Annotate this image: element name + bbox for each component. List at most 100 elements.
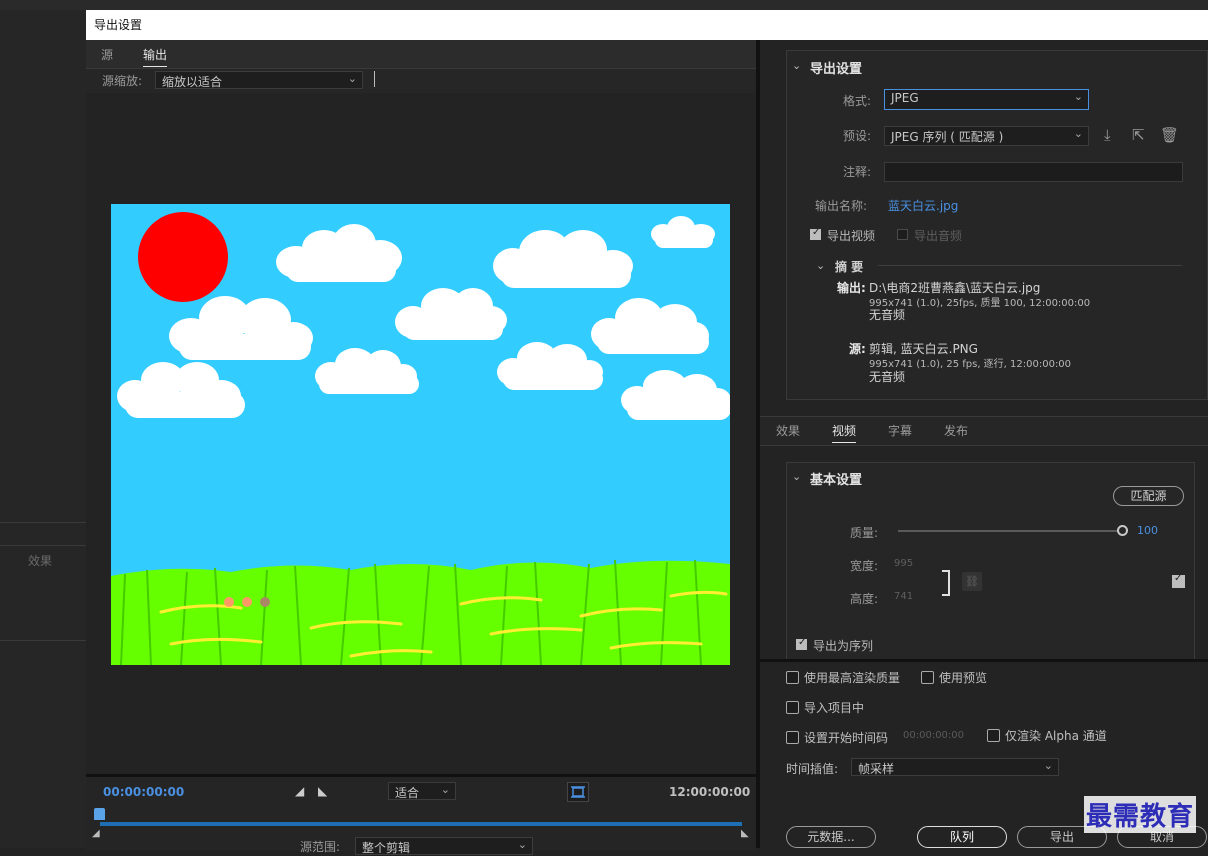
height-value: 741 [894,591,914,602]
summary-source-audio: 无音频 [869,370,906,384]
time-interpolation-dropdown[interactable]: 帧采样 ⌄ [851,758,1059,776]
divider [0,545,86,546]
source-zoom-label: 源缩放: [102,74,143,88]
width-value: 995 [894,558,914,569]
chevron-down-icon: ⌄ [517,838,527,851]
playhead[interactable] [94,808,105,820]
source-range-value: 整个剪辑 [362,841,411,855]
chevron-down-icon[interactable]: ⌄ [792,470,801,483]
set-start-timecode-label[interactable]: 设置开始时间码 [804,729,888,746]
metadata-button[interactable]: 元数据... [786,826,876,848]
queue-button[interactable]: 队列 [917,826,1007,848]
time-interpolation-label: 时间插值: [786,762,839,776]
basic-settings-header[interactable]: 基本设置 [810,469,862,488]
chevron-down-icon: ⌄ [440,783,450,796]
summary-output-audio: 无音频 [869,308,906,322]
import-into-project-checkbox[interactable] [786,701,799,714]
height-label: 高度: [850,592,879,606]
export-video-checkbox[interactable] [810,227,821,240]
source-range-dropdown[interactable]: 整个剪辑 ⌄ [355,837,533,855]
export-sequence-checkbox[interactable] [796,637,807,650]
tab-source[interactable]: 源 [101,46,113,63]
max-render-quality-checkbox[interactable] [786,671,799,684]
tab-publish[interactable]: 发布 [944,422,968,439]
tab-video[interactable]: 视频 [832,422,857,443]
mark-in-icon[interactable]: ◢ [295,784,304,798]
duration-timecode: 12:00:00:00 [669,785,751,799]
render-alpha-only-label[interactable]: 仅渲染 Alpha 通道 [1005,727,1107,744]
summary-header[interactable]: 摘 要 [835,258,863,275]
resolution-override-checkbox[interactable] [1172,573,1185,588]
chevron-down-icon: ⌄ [1043,759,1053,772]
start-timecode-field[interactable]: 00:00:00:00 [903,730,964,741]
summary-output-key: 输出: [837,281,866,295]
export-sequence-label[interactable]: 导出为序列 [813,637,873,654]
quality-slider-handle[interactable] [1116,525,1128,536]
output-name-link[interactable]: 蓝天白云.jpg [888,197,958,214]
tab-effects[interactable]: 效果 [776,422,800,439]
settings-tabbar [760,416,1208,446]
preset-dropdown[interactable]: JPEG 序列 ( 匹配源 ) ⌄ [884,126,1089,146]
import-into-project-label[interactable]: 导入项目中 [804,699,864,716]
source-range-label: 源范围: [300,840,341,854]
background-app-bar [0,0,1208,10]
chevron-down-icon[interactable]: ⌄ [792,59,801,72]
divider [0,640,86,641]
current-timecode[interactable]: 00:00:00:00 [103,785,184,799]
chevron-down-icon: ⌄ [1073,127,1083,140]
source-zoom-value: 缩放以适合 [162,75,223,89]
quality-value[interactable]: 100 [1137,524,1158,537]
chevron-down-icon[interactable]: ⌄ [816,259,825,272]
export-audio-checkbox[interactable] [897,229,908,240]
text-caret [374,71,375,87]
set-start-timecode-checkbox[interactable] [786,731,799,744]
render-alpha-only-checkbox[interactable] [987,729,1000,742]
comment-input[interactable] [884,162,1183,182]
time-interpolation-value: 帧采样 [858,762,895,776]
summary-source-key: 源: [849,342,866,356]
fit-value: 适合 [395,786,420,800]
sun [138,212,228,302]
output-name-label: 输出名称: [815,199,868,213]
match-source-button[interactable]: 匹配源 [1113,486,1184,506]
format-dropdown[interactable]: JPEG ⌄ [884,89,1089,110]
import-preset-icon[interactable]: ⇱ [1132,126,1145,144]
divider [878,265,1182,266]
export-audio-label[interactable]: 导出音频 [914,227,962,244]
preset-label: 预设: [843,129,872,143]
scrub-bar[interactable] [100,822,742,826]
chevron-down-icon: ⌄ [347,72,357,85]
range-in-handle[interactable]: ◢ [92,828,100,839]
use-previews-checkbox[interactable] [921,671,934,684]
export-settings-header[interactable]: 导出设置 [810,58,862,77]
link-bracket [942,570,950,596]
source-zoom-dropdown[interactable]: 缩放以适合 ⌄ [155,71,363,89]
format-value: JPEG [891,91,919,105]
tab-captions[interactable]: 字幕 [888,422,912,439]
format-label: 格式: [843,94,872,108]
preview-tabbar [86,40,756,69]
trash-icon[interactable]: 🗑 [1160,126,1179,144]
preset-value: JPEG 序列 ( 匹配源 ) [891,130,1004,144]
background-app-panel [0,10,86,848]
dialog-title: 导出设置 [94,18,143,32]
dialog-titlebar [86,10,1208,40]
quality-label: 质量: [850,526,879,540]
flowers [224,597,270,607]
fit-dropdown[interactable]: 适合 ⌄ [388,782,456,800]
save-preset-icon[interactable]: ⤓ [1104,126,1111,144]
chevron-down-icon: ⌄ [1073,90,1083,103]
grass [111,559,730,665]
range-out-handle[interactable]: ◣ [741,828,749,839]
aspect-ratio-icon[interactable] [567,782,589,802]
max-render-quality-label[interactable]: 使用最高渲染质量 [804,669,900,686]
export-video-label[interactable]: 导出视频 [827,227,875,244]
link-icon[interactable]: ⛓ [962,572,982,591]
use-previews-label[interactable]: 使用预览 [939,669,987,686]
divider [0,522,86,523]
watermark-logo: 最需教育 [1084,796,1197,833]
background-effects-label: 效果 [28,554,53,568]
quality-slider[interactable] [898,530,1122,532]
mark-out-icon[interactable]: ◣ [318,784,327,798]
tab-output[interactable]: 输出 [143,46,168,67]
